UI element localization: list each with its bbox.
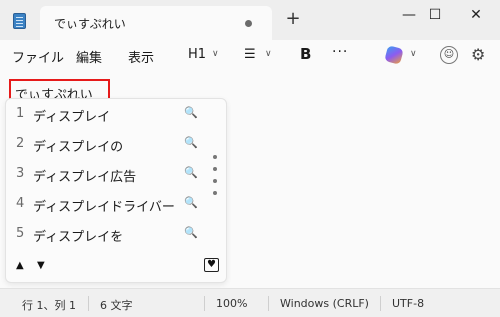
maximize-button[interactable]: ☐	[422, 4, 448, 26]
divider	[88, 296, 89, 311]
line-ending[interactable]: Windows (CRLF)	[280, 297, 369, 310]
chevron-down-icon[interactable]: ∨	[265, 49, 272, 59]
more-candidates-icon[interactable]	[213, 155, 219, 203]
notepad-icon	[13, 13, 26, 29]
list-icon[interactable]: ☰	[244, 47, 256, 62]
candidate-item[interactable]: 4 ディスプレイドライバー 🔍	[6, 189, 228, 219]
account-icon[interactable]: ☺	[440, 46, 458, 64]
status-bar: 行 1、列 1 6 文字 100% Windows (CRLF) UTF-8	[0, 288, 500, 317]
close-button[interactable]: ✕	[463, 4, 489, 26]
dot	[213, 155, 217, 159]
chevron-down-icon[interactable]: ∨	[410, 49, 417, 59]
candidate-number: 4	[16, 196, 25, 211]
encoding[interactable]: UTF-8	[392, 297, 424, 310]
gear-icon[interactable]: ⚙	[471, 45, 485, 64]
search-icon[interactable]: 🔍	[184, 226, 198, 239]
editor-area[interactable]: でぃすぷれい 1 ディスプレイ 🔍 2 ディスプレイの 🔍 3 ディスプレイ広告…	[0, 70, 500, 288]
menu-view[interactable]: 表示	[128, 47, 154, 66]
prev-page-icon[interactable]: ▲	[16, 260, 24, 271]
search-icon[interactable]: 🔍	[184, 166, 198, 179]
candidate-text: ディスプレイ	[33, 110, 111, 125]
tab-document[interactable]: でぃすぷれい	[40, 6, 272, 40]
candidate-item[interactable]: 1 ディスプレイ 🔍	[6, 99, 228, 129]
dot	[213, 167, 217, 171]
menu-file[interactable]: ファイル	[12, 47, 64, 66]
search-icon[interactable]: 🔍	[184, 106, 198, 119]
candidate-text: ディスプレイを	[33, 230, 124, 245]
chevron-down-icon[interactable]: ∨	[212, 49, 219, 59]
menu-edit[interactable]: 編集	[76, 47, 102, 66]
bold-button[interactable]: B	[300, 45, 311, 63]
candidate-number: 5	[16, 226, 25, 241]
dot	[213, 179, 217, 183]
character-count: 6 文字	[100, 299, 133, 312]
favorite-icon[interactable]: ♥	[204, 258, 219, 272]
candidate-item[interactable]: 2 ディスプレイの 🔍	[6, 129, 228, 159]
candidate-item[interactable]: 3 ディスプレイ広告 🔍	[6, 159, 228, 189]
search-icon[interactable]: 🔍	[184, 136, 198, 149]
unsaved-dot-icon[interactable]	[245, 20, 252, 27]
heading-dropdown[interactable]: H1	[188, 47, 206, 62]
next-page-icon[interactable]: ▼	[37, 260, 45, 271]
candidate-text: ディスプレイドライバー	[33, 200, 175, 215]
ime-candidate-window: 1 ディスプレイ 🔍 2 ディスプレイの 🔍 3 ディスプレイ広告 🔍 4 ディ…	[5, 98, 227, 283]
minimize-button[interactable]: —	[396, 4, 422, 26]
new-tab-button[interactable]: +	[284, 10, 302, 28]
divider	[204, 296, 205, 311]
candidate-number: 2	[16, 136, 25, 151]
menu-bar: ファイル 編集 表示 H1 ∨ ☰ ∨ B ··· ∨ ☺ ⚙	[0, 40, 500, 70]
cursor-position: 行 1、列 1	[22, 299, 76, 312]
candidate-text: ディスプレイの	[33, 140, 124, 155]
candidate-text: ディスプレイ広告	[33, 170, 137, 185]
copilot-icon[interactable]	[384, 45, 404, 65]
title-bar: でぃすぷれい + — ☐ ✕	[0, 0, 500, 40]
divider	[268, 296, 269, 311]
dot	[213, 191, 217, 195]
zoom-level[interactable]: 100%	[216, 297, 247, 310]
tab-title: でぃすぷれい	[54, 17, 126, 31]
divider	[380, 296, 381, 311]
search-icon[interactable]: 🔍	[184, 196, 198, 209]
candidate-number: 3	[16, 166, 25, 181]
candidate-item[interactable]: 5 ディスプレイを 🔍	[6, 219, 228, 249]
more-options-button[interactable]: ···	[332, 44, 348, 60]
candidate-number: 1	[16, 106, 25, 121]
